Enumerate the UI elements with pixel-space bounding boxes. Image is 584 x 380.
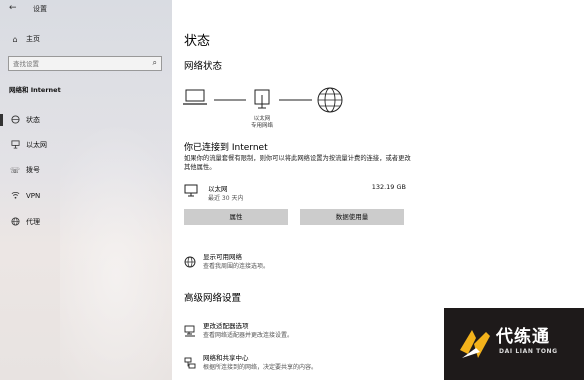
- advanced-settings-heading: 高级网络设置: [184, 293, 242, 304]
- sidebar-section-title: 网络和 Internet: [9, 86, 61, 94]
- adapter-period: 最近 30 天内: [208, 195, 244, 202]
- adapter-name: 以太网: [208, 185, 228, 193]
- link-subtitle: 查看网络适配器并更改连接设置。: [203, 332, 294, 339]
- ethernet-pc-icon: [184, 183, 200, 202]
- laptop-icon: [183, 89, 207, 105]
- title-bar: ← 设置: [0, 0, 172, 18]
- data-usage-button[interactable]: 数据使用量: [300, 209, 404, 225]
- sidebar-item-label: 状态: [26, 116, 40, 124]
- watermark-text: 代练通: [496, 327, 550, 347]
- sidebar-item-proxy[interactable]: 代理: [0, 211, 172, 233]
- sidebar-item-home[interactable]: ⌂ 主页: [0, 28, 172, 50]
- sidebar: ← 设置 ⌂ 主页 ⌕ 网络和 Internet 状态 以太网 ☏ 拨号 VPN: [0, 0, 172, 380]
- link-title: 网络和共享中心: [203, 354, 249, 362]
- properties-button[interactable]: 属性: [184, 209, 288, 225]
- diagram-caption: 以太网 专用网络: [244, 116, 280, 130]
- phone-icon: ☏: [9, 165, 20, 175]
- home-icon: ⌂: [12, 34, 18, 44]
- sidebar-item-vpn[interactable]: VPN: [0, 185, 172, 207]
- search-icon[interactable]: ⌕: [153, 58, 157, 68]
- app-title: 设置: [33, 5, 47, 13]
- sidebar-item-label: 以太网: [26, 141, 47, 149]
- internet-globe-icon: [317, 87, 343, 113]
- page-title: 状态: [184, 34, 211, 49]
- sidebar-item-label: 主页: [26, 35, 40, 43]
- sidebar-item-status[interactable]: 状态: [0, 109, 172, 131]
- globe-network-icon: [184, 253, 196, 272]
- watermark-logo: 代练通 DAI LIAN TONG: [444, 308, 584, 380]
- sharing-center-icon: [184, 354, 196, 373]
- sidebar-item-label: VPN: [26, 192, 41, 200]
- network-sharing-center-link[interactable]: 网络和共享中心 根据所连接到的网络，决定要共享的内容。: [184, 352, 424, 374]
- change-adapter-options-link[interactable]: 更改适配器选项 查看网络适配器并更改连接设置。: [184, 320, 424, 342]
- link-subtitle: 根据所连接到的网络，决定要共享的内容。: [203, 364, 318, 371]
- diagram-caption-line1: 以太网: [253, 116, 271, 122]
- adapter-data-used: 132.19 GB: [371, 183, 406, 191]
- connected-title: 你已连接到 Internet: [184, 143, 268, 153]
- ethernet-adapter-icon: [254, 89, 270, 109]
- link-subtitle: 查看我周围的连接选项。: [203, 263, 270, 270]
- adapter-options-icon: [184, 322, 196, 341]
- back-arrow-icon[interactable]: ←: [9, 3, 17, 13]
- watermark-emblem-icon: [460, 330, 490, 358]
- watermark-subtext: DAI LIAN TONG: [499, 348, 558, 355]
- adapter-row: 以太网 最近 30 天内 132.19 GB: [184, 182, 406, 202]
- search-input[interactable]: [9, 57, 141, 70]
- link-title: 显示可用网络: [203, 253, 242, 261]
- sidebar-item-label: 代理: [26, 218, 40, 226]
- ethernet-icon: [9, 139, 21, 151]
- vpn-icon: [9, 191, 21, 202]
- show-available-networks-link[interactable]: 显示可用网络 查看我周围的连接选项。: [184, 251, 424, 273]
- search-field[interactable]: ⌕: [8, 56, 162, 71]
- network-status-heading: 网络状态: [184, 61, 223, 72]
- sidebar-item-label: 拨号: [26, 166, 40, 174]
- diagram-caption-line2: 专用网络: [250, 123, 273, 129]
- link-title: 更改适配器选项: [203, 322, 249, 330]
- globe-status-icon: [9, 114, 21, 126]
- sidebar-item-ethernet[interactable]: 以太网: [0, 134, 172, 156]
- connected-description: 如果你的流量套餐有限制，则你可以将此网络设置为按流量计费的连接，或者更改其他属性…: [184, 155, 411, 171]
- sidebar-item-dialup[interactable]: ☏ 拨号: [0, 159, 172, 181]
- globe-icon: [9, 216, 21, 228]
